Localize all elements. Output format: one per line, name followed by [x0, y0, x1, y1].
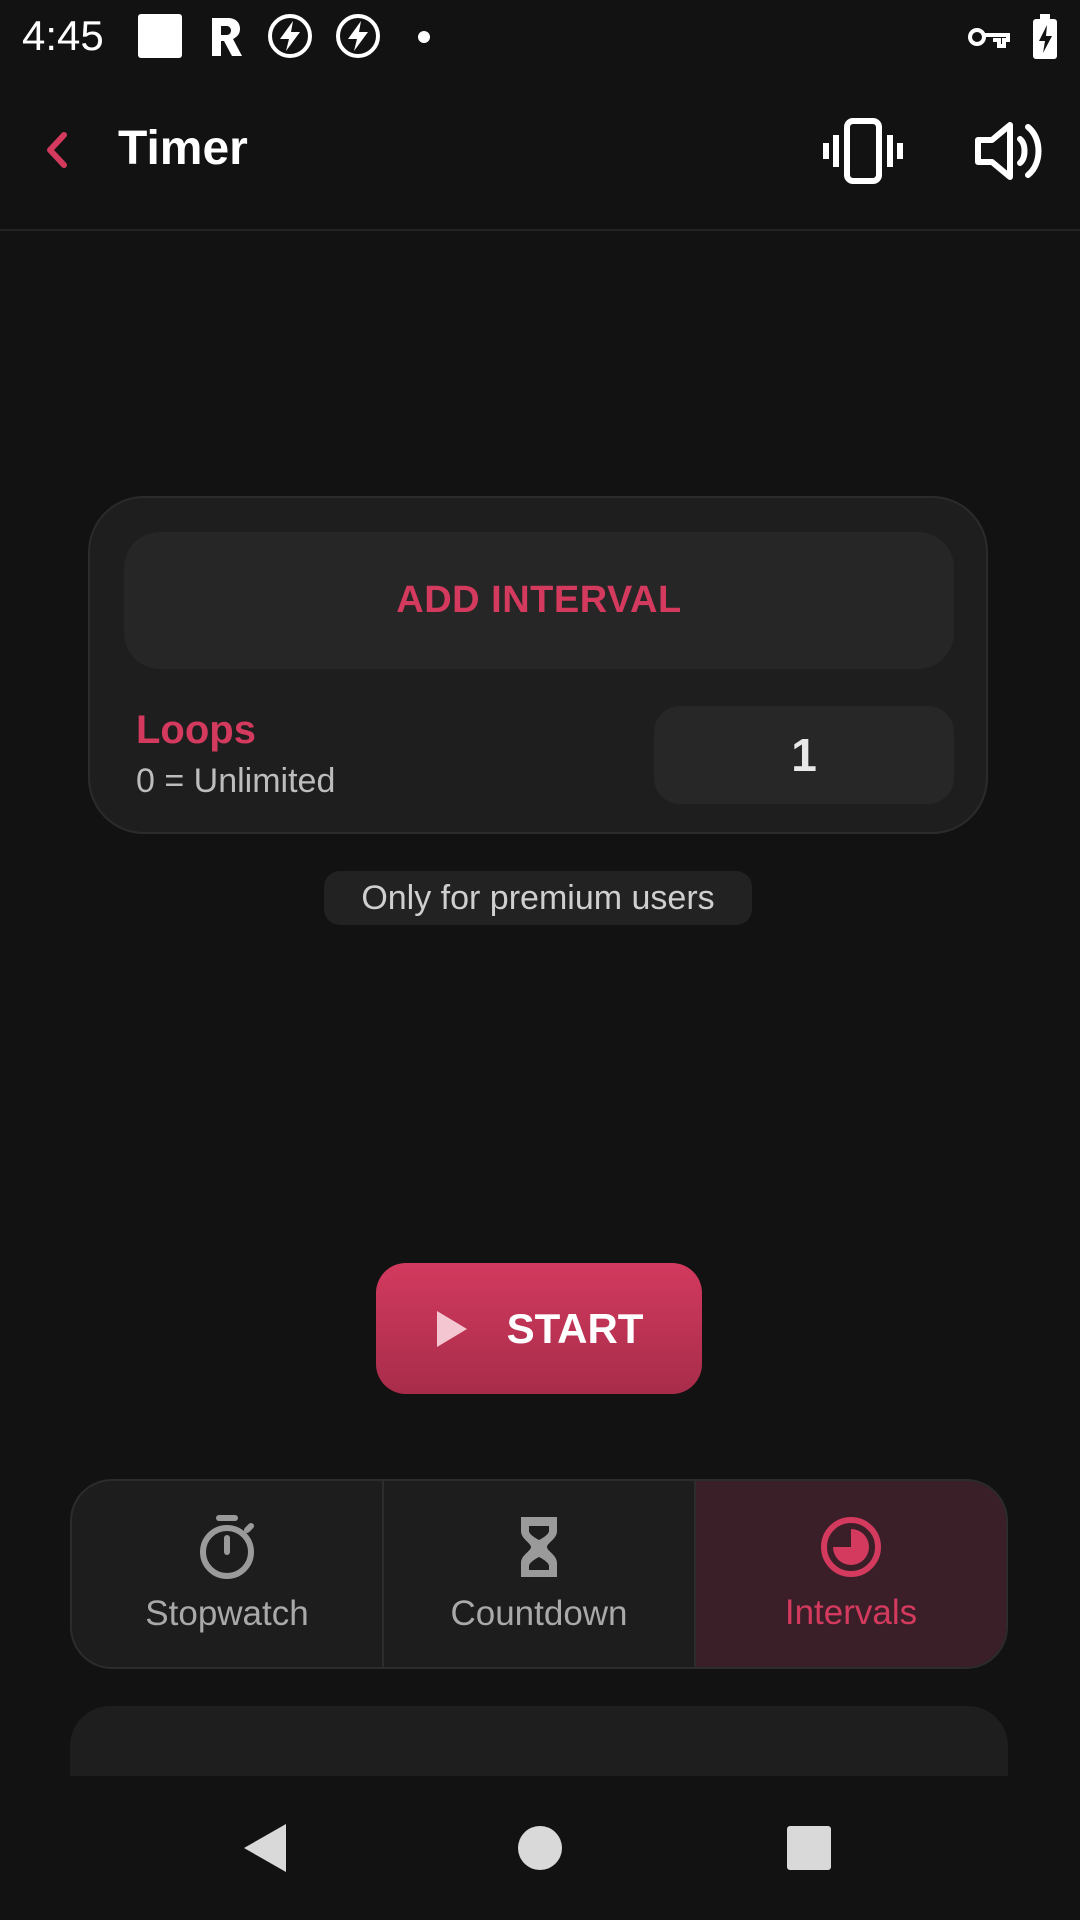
tab-stopwatch-label: Stopwatch	[145, 1594, 309, 1633]
status-bar: 4:45	[0, 0, 1080, 75]
page-title: Timer	[118, 122, 248, 175]
status-time: 4:45	[22, 12, 104, 59]
tab-countdown[interactable]: Countdown	[382, 1481, 694, 1667]
back-button[interactable]	[28, 117, 88, 183]
stopwatch-icon	[200, 1515, 254, 1579]
nav-back-icon[interactable]	[234, 1816, 298, 1880]
vibrate-icon	[823, 118, 903, 184]
sound-toggle-button[interactable]	[972, 115, 1054, 187]
play-icon	[436, 1310, 467, 1347]
add-interval-button[interactable]: ADD INTERVAL	[124, 532, 954, 669]
app-bar: Timer	[0, 75, 1080, 231]
start-label: START	[506, 1304, 644, 1352]
volume-icon	[975, 122, 1042, 180]
tab-intervals-label: Intervals	[784, 1593, 918, 1632]
square-notification-icon	[138, 14, 182, 58]
loops-label: Loops	[136, 708, 256, 752]
bolt-icon	[336, 14, 380, 58]
start-button[interactable]: START	[376, 1263, 702, 1394]
loops-input[interactable]: 1	[654, 706, 954, 804]
hourglass-icon	[521, 1517, 557, 1577]
dot-icon	[418, 31, 430, 43]
tab-countdown-label: Countdown	[450, 1594, 628, 1633]
nav-recents-icon[interactable]	[777, 1816, 841, 1880]
r-app-icon	[212, 18, 242, 56]
intervals-icon	[821, 1517, 881, 1577]
tab-stopwatch[interactable]: Stopwatch	[72, 1481, 382, 1667]
vibrate-toggle-button[interactable]	[822, 115, 904, 187]
nav-home-icon[interactable]	[508, 1816, 572, 1880]
tab-intervals[interactable]: Intervals	[694, 1481, 1006, 1667]
system-nav-bar	[0, 1776, 1080, 1920]
battery-charging-icon	[1033, 14, 1057, 59]
mode-tabs: Stopwatch Countdown Intervals	[70, 1479, 1008, 1669]
premium-note: Only for premium users	[324, 871, 752, 925]
bolt-icon	[268, 14, 312, 58]
vpn-key-icon	[968, 28, 1010, 48]
loops-hint: 0 = Unlimited	[136, 762, 336, 800]
chevron-left-icon	[47, 132, 67, 168]
